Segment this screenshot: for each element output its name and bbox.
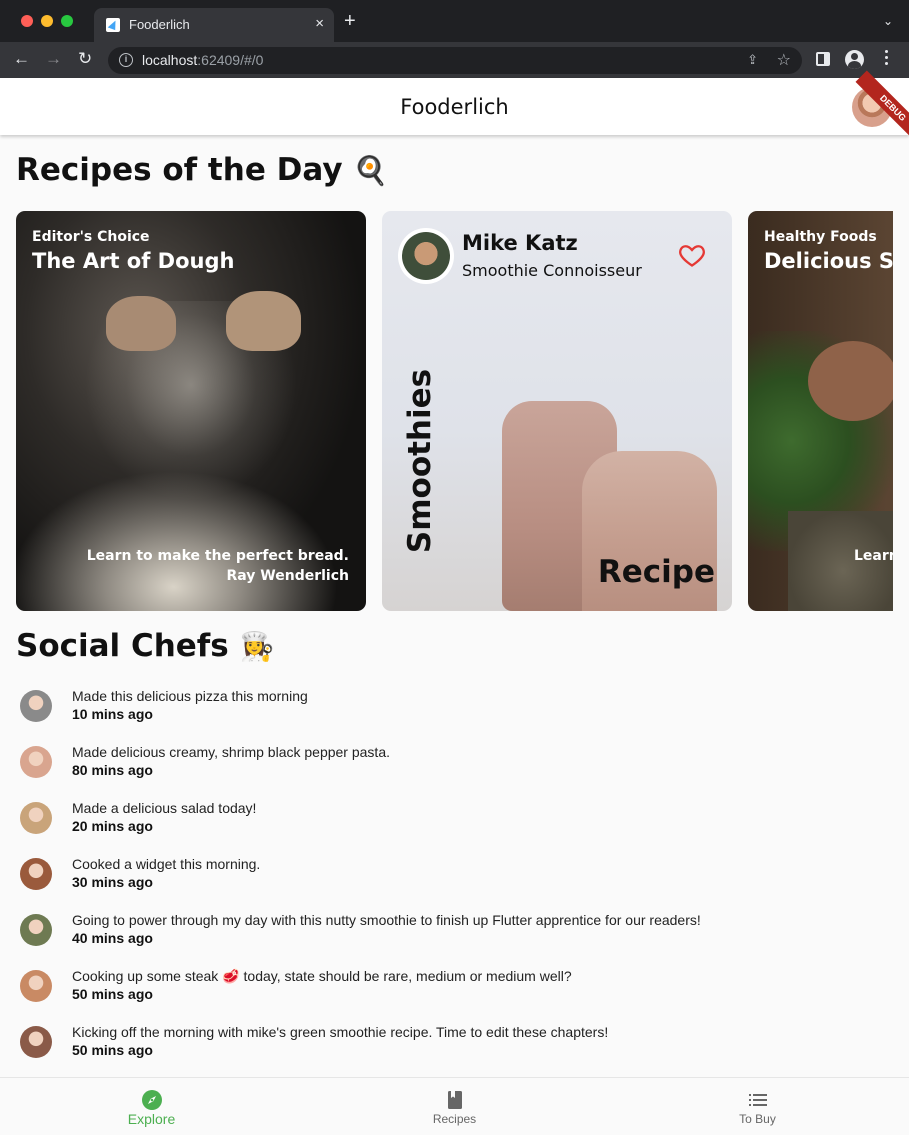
heart-outline-icon[interactable] (678, 241, 706, 269)
frying-pan-emoji-icon: 🍳 (353, 154, 389, 187)
nav-label-explore: Explore (127, 1111, 176, 1127)
url-text[interactable]: localhost:62409/#/0 (142, 52, 263, 68)
feed-item[interactable]: Cooking up some steak 🥩 today, state sho… (0, 962, 909, 1018)
post-text: Made delicious creamy, shrimp black pepp… (72, 744, 391, 760)
book-icon (447, 1091, 462, 1109)
back-arrow-icon[interactable]: ← (13, 50, 30, 68)
browser-tab-bar: Fooderlich × + ⌄ (0, 0, 909, 42)
new-tab-button[interactable]: + (344, 11, 356, 31)
post-text: Kicking off the morning with mike's gree… (72, 1024, 609, 1040)
app-bar: Fooderlich (0, 78, 909, 135)
nav-label-recipes: Recipes (432, 1112, 477, 1126)
address-bar[interactable]: i localhost:62409/#/0 ⇪ ☆ (108, 47, 802, 74)
site-info-icon[interactable]: i (119, 53, 133, 67)
window-close-button[interactable] (21, 15, 33, 27)
feed-item[interactable]: Made this delicious pizza this morning 1… (0, 682, 909, 738)
card-title: Delicious Sal (764, 249, 893, 273)
flour-pile-image (16, 451, 366, 611)
post-time: 10 mins ago (72, 706, 153, 722)
author-name: Mike Katz (462, 231, 578, 255)
chef-avatar (20, 914, 52, 946)
tab-close-icon[interactable]: × (315, 15, 324, 32)
feed-item[interactable]: Made a delicious salad today! 20 mins ag… (0, 794, 909, 850)
author-title: Smoothie Connoisseur (462, 261, 642, 280)
recipes-section-title: Recipes of the Day 🍳 (16, 152, 389, 188)
tab-title: Fooderlich (129, 17, 190, 32)
browser-menu-icon[interactable] (885, 50, 889, 68)
chef-avatar (20, 858, 52, 890)
post-text: Going to power through my day with this … (72, 912, 701, 928)
post-time: 20 mins ago (72, 818, 153, 834)
nav-label-to-buy: To Buy (739, 1112, 776, 1126)
post-time: 30 mins ago (72, 874, 153, 890)
hand-image (226, 291, 301, 351)
nav-item-explore[interactable]: Explore (0, 1078, 303, 1135)
post-text: Made this delicious pizza this morning (72, 688, 308, 704)
feed-item[interactable]: Made delicious creamy, shrimp black pepp… (0, 738, 909, 794)
chef-emoji-icon: 👩‍🍳 (239, 630, 275, 663)
card-title: The Art of Dough (32, 249, 235, 273)
card-author: Ray Wenderlich (226, 568, 350, 584)
nav-item-to-buy[interactable]: To Buy (606, 1078, 909, 1135)
hand-image (106, 296, 176, 351)
reload-icon[interactable]: ↻ (78, 50, 92, 68)
chef-avatar (20, 802, 52, 834)
forward-arrow-icon[interactable]: → (45, 50, 62, 68)
post-text: Cooking up some steak 🥩 today, state sho… (72, 968, 572, 984)
card-category: Editor's Choice (32, 229, 150, 245)
author-avatar (398, 228, 454, 284)
feed-item[interactable]: Kicking off the morning with mike's gree… (0, 1018, 909, 1074)
card-description: Learn (854, 548, 893, 564)
bottom-navigation-bar: Explore Recipes To Buy (0, 1077, 909, 1134)
recipe-card-healthy-foods[interactable]: Healthy Foods Delicious Sal Learn (748, 211, 893, 611)
nav-item-recipes[interactable]: Recipes (303, 1078, 606, 1135)
chef-avatar (20, 970, 52, 1002)
card-bottom-label: Recipe (597, 554, 715, 590)
window-maximize-button[interactable] (61, 15, 73, 27)
post-time: 50 mins ago (72, 1042, 153, 1058)
browser-toolbar: ← → ↻ i localhost:62409/#/0 ⇪ ☆ (0, 42, 909, 78)
bookmark-star-icon[interactable]: ☆ (777, 50, 791, 70)
flutter-favicon-icon (106, 18, 120, 32)
app-title: Fooderlich (400, 95, 509, 119)
share-icon[interactable]: ⇪ (747, 52, 758, 68)
post-time: 50 mins ago (72, 986, 153, 1002)
chef-avatar (20, 746, 52, 778)
post-text: Made a delicious salad today! (72, 800, 257, 816)
bread-image (808, 341, 893, 421)
window-minimize-button[interactable] (41, 15, 53, 27)
post-time: 80 mins ago (72, 762, 153, 778)
chef-avatar (20, 1026, 52, 1058)
recipe-cards-carousel[interactable]: Editor's Choice The Art of Dough Learn t… (16, 211, 893, 611)
feed-item[interactable]: Cooked a widget this morning. 30 mins ag… (0, 850, 909, 906)
tab-search-chevron-icon[interactable]: ⌄ (883, 14, 893, 28)
profile-icon[interactable] (845, 50, 864, 69)
list-icon (748, 1094, 767, 1106)
post-text: Cooked a widget this morning. (72, 856, 261, 872)
explore-compass-icon (141, 1090, 162, 1110)
post-time: 40 mins ago (72, 930, 153, 946)
card-category: Healthy Foods (764, 229, 877, 245)
recipe-card-art-of-dough[interactable]: Editor's Choice The Art of Dough Learn t… (16, 211, 366, 611)
browser-tab[interactable]: Fooderlich × (94, 8, 334, 42)
recipe-card-smoothies[interactable]: Mike Katz Smoothie Connoisseur Smoothies… (382, 211, 732, 611)
chef-avatar (20, 690, 52, 722)
side-panel-icon[interactable] (816, 52, 830, 66)
feed-item[interactable]: Going to power through my day with this … (0, 906, 909, 962)
card-description: Learn to make the perfect bread. (86, 548, 349, 564)
card-side-label: Smoothies (402, 368, 438, 554)
social-section-title: Social Chefs 👩‍🍳 (16, 628, 275, 664)
